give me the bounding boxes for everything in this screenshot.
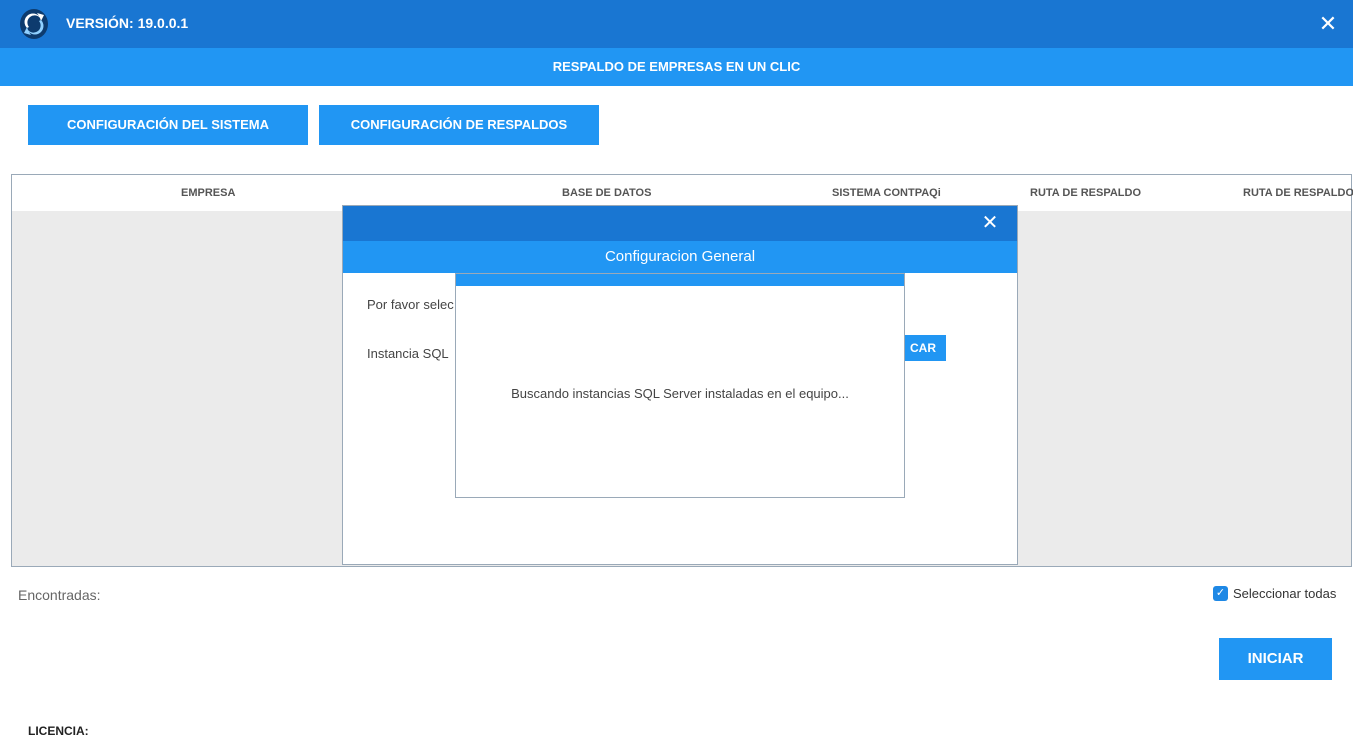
window-close-icon[interactable]: ✕ [1315, 11, 1341, 37]
checkbox-checked-icon[interactable]: ✓ [1213, 586, 1228, 601]
column-header-empresa[interactable]: EMPRESA [181, 175, 235, 211]
popup-title-bar [456, 274, 904, 286]
version-label: VERSIÓN: 19.0.0.1 [66, 15, 189, 31]
column-header-ruta-respaldo[interactable]: RUTA DE RESPALDO [1030, 175, 1141, 211]
title-bar: VERSIÓN: 19.0.0.1 ✕ [0, 0, 1353, 48]
sync-logo-icon [20, 9, 48, 39]
column-header-ruta-respaldo-2[interactable]: RUTA DE RESPALDO [1243, 175, 1353, 211]
start-button[interactable]: INICIAR [1219, 638, 1332, 680]
searching-popup: Buscando instancias SQL Server instalada… [455, 273, 905, 498]
sql-instance-label: Instancia SQL [367, 346, 449, 361]
found-count-label: Encontradas: [18, 587, 101, 603]
select-all-checkbox[interactable]: ✓ Seleccionar todas [1213, 586, 1336, 601]
system-config-button[interactable]: CONFIGURACIÓN DEL SISTEMA [28, 105, 308, 145]
license-label: LICENCIA: [28, 724, 89, 738]
backup-config-button[interactable]: CONFIGURACIÓN DE RESPALDOS [319, 105, 599, 145]
searching-message: Buscando instancias SQL Server instalada… [511, 386, 849, 401]
dialog-close-icon[interactable]: ✕ [977, 210, 1003, 236]
app-subtitle: RESPALDO DE EMPRESAS EN UN CLIC [0, 48, 1353, 86]
dialog-title-bar: ✕ [343, 206, 1017, 241]
select-all-label: Seleccionar todas [1233, 586, 1337, 601]
dialog-title: Configuracion General [343, 241, 1017, 273]
dialog-prompt-text: Por favor selec [367, 297, 454, 312]
